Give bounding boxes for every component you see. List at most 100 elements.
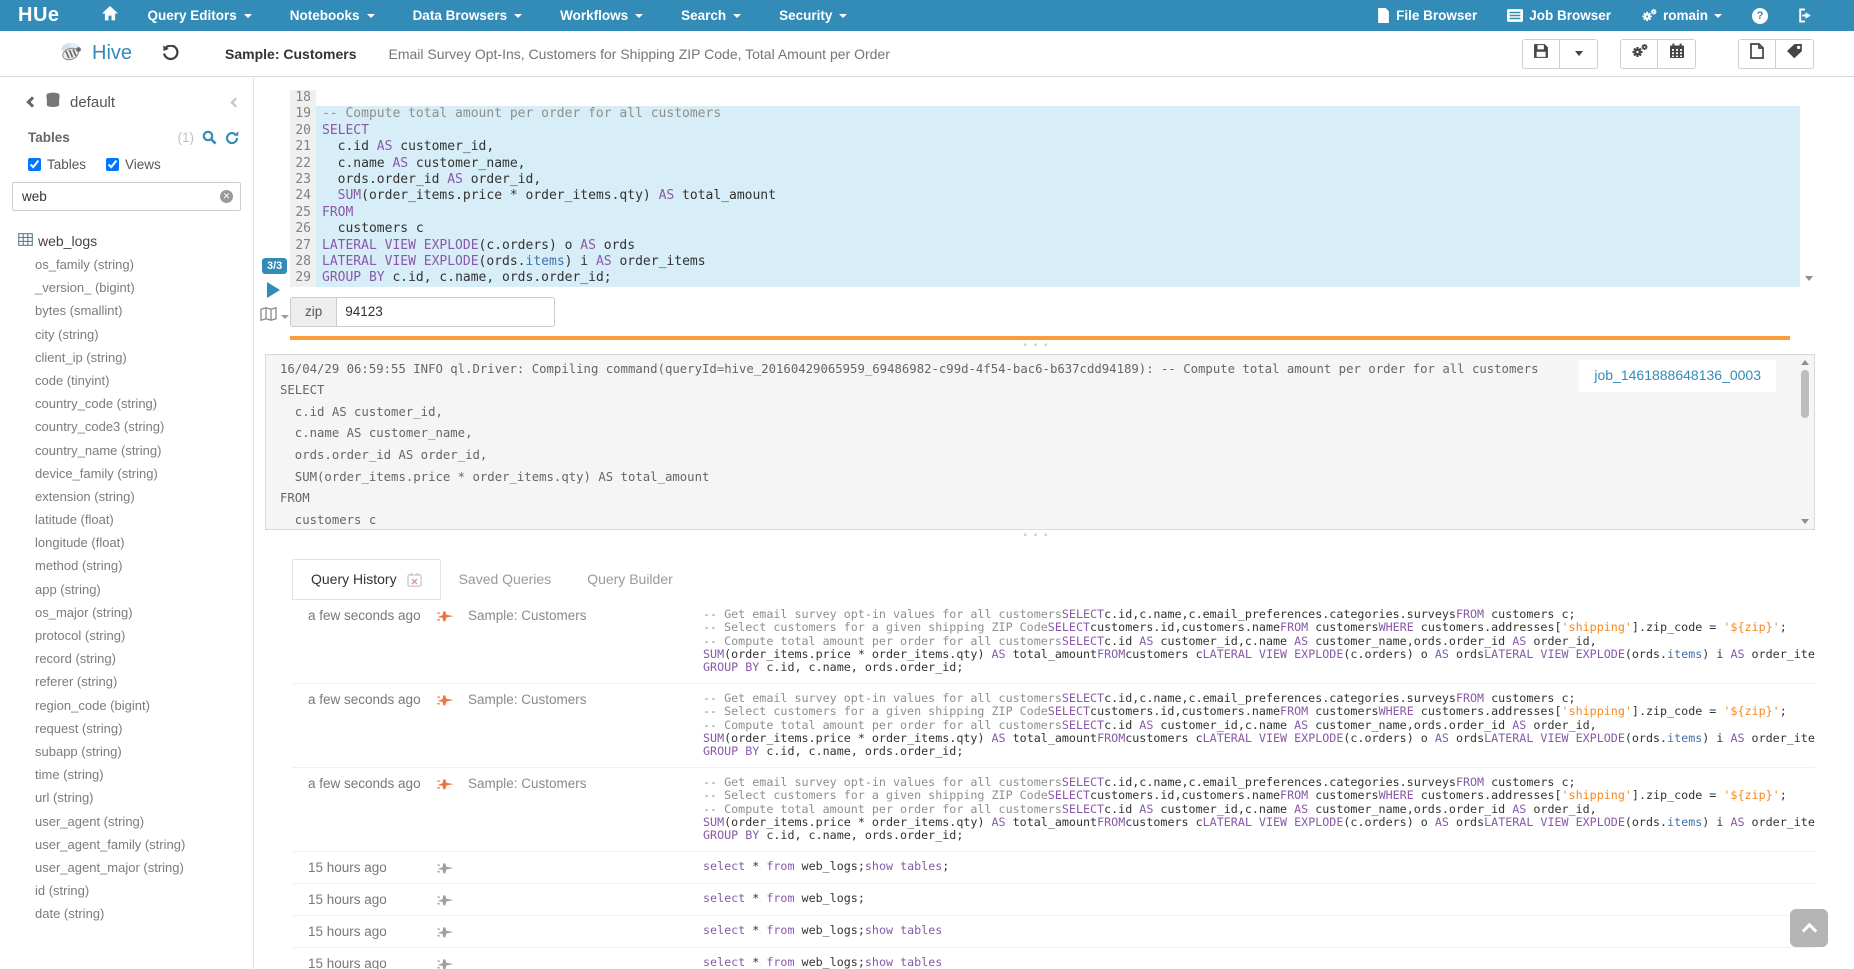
table-column[interactable]: url (string) xyxy=(0,786,253,809)
save-button[interactable] xyxy=(1522,39,1560,69)
table-column[interactable]: app (string) xyxy=(0,578,253,601)
menu-security[interactable]: Security xyxy=(779,8,847,23)
resize-handle-bottom[interactable]: ▪ ▪ ▪ xyxy=(258,530,1815,544)
table-item-web-logs[interactable]: web_logs xyxy=(0,233,253,249)
refresh-icon[interactable] xyxy=(225,131,239,145)
history-sql-preview[interactable]: -- Get email survey opt-in values for al… xyxy=(703,608,1815,675)
table-column[interactable]: request (string) xyxy=(0,717,253,740)
tab-query-history[interactable]: Query History xyxy=(292,559,441,600)
navbar-user-menu[interactable]: romain xyxy=(1641,8,1722,23)
table-column[interactable]: referer (string) xyxy=(0,670,253,693)
table-column[interactable]: _version_ (bigint) xyxy=(0,276,253,299)
gears-icon xyxy=(1631,43,1648,64)
scrollbar-thumb[interactable] xyxy=(1801,370,1809,418)
save-dropdown-button[interactable] xyxy=(1560,39,1598,69)
home-button[interactable] xyxy=(102,6,118,26)
table-column[interactable]: code (tinyint) xyxy=(0,369,253,392)
table-column[interactable]: client_ip (string) xyxy=(0,346,253,369)
history-sql-preview[interactable]: -- Get email survey opt-in values for al… xyxy=(703,692,1815,759)
table-column[interactable]: method (string) xyxy=(0,554,253,577)
history-row[interactable]: a few seconds agoSample: Customers-- Get… xyxy=(292,684,1815,768)
variable-zip-input[interactable] xyxy=(336,297,555,327)
query-history-icon[interactable] xyxy=(162,45,179,62)
table-column[interactable]: date (string) xyxy=(0,902,253,925)
table-column[interactable]: record (string) xyxy=(0,647,253,670)
history-sql-preview[interactable]: select * from web_logs;show tables xyxy=(703,956,1815,969)
views-checkbox-input[interactable] xyxy=(106,158,119,171)
table-column[interactable]: protocol (string) xyxy=(0,624,253,647)
table-column[interactable]: user_agent_family (string) xyxy=(0,833,253,856)
history-row[interactable]: 15 hours agoselect * from web_logs;show … xyxy=(292,852,1815,884)
chevron-down-icon xyxy=(733,14,741,18)
editor-scroll-down[interactable] xyxy=(1802,272,1815,285)
calendar-clear-icon[interactable] xyxy=(407,572,422,587)
tables-checkbox-input[interactable] xyxy=(28,158,41,171)
history-row[interactable]: a few seconds agoSample: Customers-- Get… xyxy=(292,600,1815,684)
table-column[interactable]: city (string) xyxy=(0,323,253,346)
hue-logo[interactable]: HUe xyxy=(18,4,60,27)
history-row[interactable]: 15 hours agoselect * from web_logs;show … xyxy=(292,948,1815,969)
history-sql-preview[interactable]: select * from web_logs; xyxy=(703,892,1815,907)
table-column[interactable]: region_code (bigint) xyxy=(0,694,253,717)
table-column[interactable]: subapp (string) xyxy=(0,740,253,763)
navbar-item-label: File Browser xyxy=(1396,8,1477,23)
table-column[interactable]: bytes (smallint) xyxy=(0,299,253,322)
settings-button[interactable] xyxy=(1620,39,1658,69)
table-column[interactable]: device_family (string) xyxy=(0,462,253,485)
menu-notebooks[interactable]: Notebooks xyxy=(290,8,375,23)
navigator-button[interactable] xyxy=(260,307,289,326)
table-column[interactable]: country_code3 (string) xyxy=(0,415,253,438)
filter-tables-checkbox[interactable]: Tables xyxy=(28,157,86,172)
table-column[interactable]: user_agent_major (string) xyxy=(0,856,253,879)
filter-views-checkbox[interactable]: Views xyxy=(106,157,161,172)
navbar-file-browser[interactable]: File Browser xyxy=(1377,8,1477,23)
table-column[interactable]: country_code (string) xyxy=(0,392,253,415)
collapse-sidebar-icon[interactable] xyxy=(231,97,241,107)
history-sql-preview[interactable]: select * from web_logs;show tables; xyxy=(703,860,1815,875)
menu-query-editors[interactable]: Query Editors xyxy=(148,8,252,23)
log-scrollbar[interactable] xyxy=(1800,358,1811,526)
tags-button[interactable] xyxy=(1776,39,1814,69)
table-column[interactable]: extension (string) xyxy=(0,485,253,508)
table-column[interactable]: os_major (string) xyxy=(0,601,253,624)
resize-handle-top[interactable]: ▪ ▪ ▪ xyxy=(258,340,1815,354)
history-sql-preview[interactable]: select * from web_logs;show tables xyxy=(703,924,1815,939)
table-column[interactable]: id (string) xyxy=(0,879,253,902)
app-name[interactable]: Hive xyxy=(92,42,132,65)
scroll-to-top-button[interactable] xyxy=(1790,909,1828,947)
navbar-help[interactable]: ? xyxy=(1752,8,1768,24)
table-column[interactable]: os_family (string) xyxy=(0,253,253,276)
history-sql-preview[interactable]: -- Get email survey opt-in values for al… xyxy=(703,776,1815,843)
table-column[interactable]: country_name (string) xyxy=(0,439,253,462)
menu-data-browsers[interactable]: Data Browsers xyxy=(413,8,523,23)
history-query-name: Sample: Customers xyxy=(468,608,703,675)
new-query-button[interactable] xyxy=(1738,39,1776,69)
clear-filter-icon[interactable]: ✕ xyxy=(220,190,233,203)
history-row[interactable]: 15 hours agoselect * from web_logs;show … xyxy=(292,916,1815,948)
history-row[interactable]: 15 hours agoselect * from web_logs; xyxy=(292,884,1815,916)
history-row[interactable]: a few seconds agoSample: Customers-- Get… xyxy=(292,768,1815,852)
job-link[interactable]: job_1461888648136_0003 xyxy=(1594,367,1761,383)
table-grid-icon xyxy=(18,233,33,249)
menu-search[interactable]: Search xyxy=(681,8,741,23)
navbar-job-browser[interactable]: Job Browser xyxy=(1507,8,1611,23)
back-icon[interactable] xyxy=(26,96,37,107)
schedule-button[interactable] xyxy=(1658,39,1696,69)
tab-saved-queries[interactable]: Saved Queries xyxy=(441,559,570,600)
query-status-jet-icon xyxy=(422,692,468,759)
table-column[interactable]: latitude (float) xyxy=(0,508,253,531)
execute-button[interactable] xyxy=(267,282,280,298)
database-name[interactable]: default xyxy=(70,94,115,111)
sql-editor[interactable]: 1819-- Compute total amount per order fo… xyxy=(290,90,1800,287)
table-column[interactable]: user_agent (string) xyxy=(0,810,253,833)
job-panel: job_1461888648136_0003 xyxy=(1579,360,1776,392)
line-code: FROM xyxy=(316,205,1800,221)
navbar-logout[interactable] xyxy=(1798,8,1814,23)
table-column[interactable]: longitude (float) xyxy=(0,531,253,554)
table-column[interactable]: time (string) xyxy=(0,763,253,786)
table-filter-input[interactable] xyxy=(12,182,241,211)
search-tables-icon[interactable] xyxy=(202,130,217,145)
tab-query-builder[interactable]: Query Builder xyxy=(569,559,691,600)
menu-workflows[interactable]: Workflows xyxy=(560,8,643,23)
table-columns-list: os_family (string)_version_ (bigint)byte… xyxy=(0,253,253,925)
